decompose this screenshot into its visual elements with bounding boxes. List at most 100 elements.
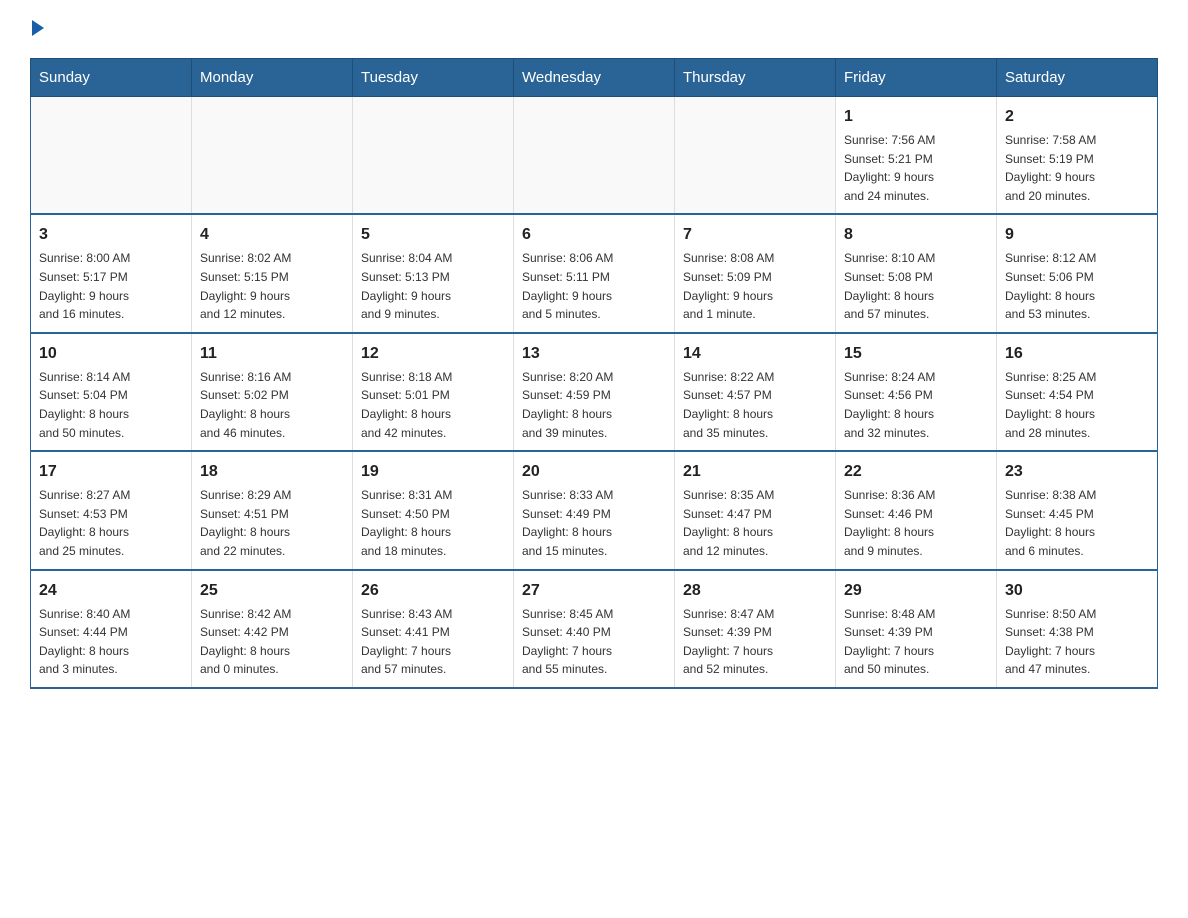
weekday-header-row: SundayMondayTuesdayWednesdayThursdayFrid…	[31, 59, 1158, 97]
day-info: Sunrise: 8:25 AM Sunset: 4:54 PM Dayligh…	[1005, 368, 1149, 442]
day-cell: 28Sunrise: 8:47 AM Sunset: 4:39 PM Dayli…	[675, 570, 836, 688]
day-number: 13	[522, 342, 666, 366]
day-info: Sunrise: 8:00 AM Sunset: 5:17 PM Dayligh…	[39, 249, 183, 323]
day-info: Sunrise: 8:43 AM Sunset: 4:41 PM Dayligh…	[361, 605, 505, 679]
day-number: 23	[1005, 460, 1149, 484]
day-number: 4	[200, 223, 344, 247]
day-number: 19	[361, 460, 505, 484]
day-number: 9	[1005, 223, 1149, 247]
day-number: 14	[683, 342, 827, 366]
day-cell: 20Sunrise: 8:33 AM Sunset: 4:49 PM Dayli…	[514, 451, 675, 569]
day-cell: 10Sunrise: 8:14 AM Sunset: 5:04 PM Dayli…	[31, 333, 192, 451]
day-number: 3	[39, 223, 183, 247]
day-cell: 26Sunrise: 8:43 AM Sunset: 4:41 PM Dayli…	[353, 570, 514, 688]
weekday-header-sunday: Sunday	[31, 59, 192, 97]
day-info: Sunrise: 8:14 AM Sunset: 5:04 PM Dayligh…	[39, 368, 183, 442]
day-info: Sunrise: 8:48 AM Sunset: 4:39 PM Dayligh…	[844, 605, 988, 679]
day-info: Sunrise: 8:20 AM Sunset: 4:59 PM Dayligh…	[522, 368, 666, 442]
weekday-header-monday: Monday	[192, 59, 353, 97]
day-number: 25	[200, 579, 344, 603]
day-cell: 25Sunrise: 8:42 AM Sunset: 4:42 PM Dayli…	[192, 570, 353, 688]
weekday-header-thursday: Thursday	[675, 59, 836, 97]
day-info: Sunrise: 8:22 AM Sunset: 4:57 PM Dayligh…	[683, 368, 827, 442]
day-info: Sunrise: 8:24 AM Sunset: 4:56 PM Dayligh…	[844, 368, 988, 442]
day-info: Sunrise: 8:27 AM Sunset: 4:53 PM Dayligh…	[39, 486, 183, 560]
day-number: 8	[844, 223, 988, 247]
week-row-5: 24Sunrise: 8:40 AM Sunset: 4:44 PM Dayli…	[31, 570, 1158, 688]
day-info: Sunrise: 8:29 AM Sunset: 4:51 PM Dayligh…	[200, 486, 344, 560]
day-number: 5	[361, 223, 505, 247]
day-cell: 5Sunrise: 8:04 AM Sunset: 5:13 PM Daylig…	[353, 214, 514, 332]
day-number: 11	[200, 342, 344, 366]
day-info: Sunrise: 8:33 AM Sunset: 4:49 PM Dayligh…	[522, 486, 666, 560]
day-cell: 1Sunrise: 7:56 AM Sunset: 5:21 PM Daylig…	[836, 97, 997, 215]
day-info: Sunrise: 8:40 AM Sunset: 4:44 PM Dayligh…	[39, 605, 183, 679]
day-cell: 21Sunrise: 8:35 AM Sunset: 4:47 PM Dayli…	[675, 451, 836, 569]
day-number: 7	[683, 223, 827, 247]
day-cell: 2Sunrise: 7:58 AM Sunset: 5:19 PM Daylig…	[997, 97, 1158, 215]
day-cell: 7Sunrise: 8:08 AM Sunset: 5:09 PM Daylig…	[675, 214, 836, 332]
day-cell: 19Sunrise: 8:31 AM Sunset: 4:50 PM Dayli…	[353, 451, 514, 569]
day-cell: 14Sunrise: 8:22 AM Sunset: 4:57 PM Dayli…	[675, 333, 836, 451]
day-cell: 22Sunrise: 8:36 AM Sunset: 4:46 PM Dayli…	[836, 451, 997, 569]
day-cell: 24Sunrise: 8:40 AM Sunset: 4:44 PM Dayli…	[31, 570, 192, 688]
day-cell	[31, 97, 192, 215]
day-info: Sunrise: 8:04 AM Sunset: 5:13 PM Dayligh…	[361, 249, 505, 323]
day-number: 18	[200, 460, 344, 484]
day-info: Sunrise: 8:45 AM Sunset: 4:40 PM Dayligh…	[522, 605, 666, 679]
day-cell: 11Sunrise: 8:16 AM Sunset: 5:02 PM Dayli…	[192, 333, 353, 451]
day-cell: 29Sunrise: 8:48 AM Sunset: 4:39 PM Dayli…	[836, 570, 997, 688]
day-number: 12	[361, 342, 505, 366]
day-cell	[514, 97, 675, 215]
day-info: Sunrise: 8:31 AM Sunset: 4:50 PM Dayligh…	[361, 486, 505, 560]
week-row-1: 1Sunrise: 7:56 AM Sunset: 5:21 PM Daylig…	[31, 97, 1158, 215]
day-info: Sunrise: 8:50 AM Sunset: 4:38 PM Dayligh…	[1005, 605, 1149, 679]
week-row-4: 17Sunrise: 8:27 AM Sunset: 4:53 PM Dayli…	[31, 451, 1158, 569]
day-number: 30	[1005, 579, 1149, 603]
day-cell: 8Sunrise: 8:10 AM Sunset: 5:08 PM Daylig…	[836, 214, 997, 332]
week-row-3: 10Sunrise: 8:14 AM Sunset: 5:04 PM Dayli…	[31, 333, 1158, 451]
day-cell: 12Sunrise: 8:18 AM Sunset: 5:01 PM Dayli…	[353, 333, 514, 451]
day-number: 10	[39, 342, 183, 366]
day-info: Sunrise: 8:02 AM Sunset: 5:15 PM Dayligh…	[200, 249, 344, 323]
day-info: Sunrise: 8:36 AM Sunset: 4:46 PM Dayligh…	[844, 486, 988, 560]
day-cell: 18Sunrise: 8:29 AM Sunset: 4:51 PM Dayli…	[192, 451, 353, 569]
day-number: 15	[844, 342, 988, 366]
logo-arrow-icon	[32, 20, 44, 36]
day-number: 20	[522, 460, 666, 484]
day-number: 29	[844, 579, 988, 603]
day-info: Sunrise: 7:56 AM Sunset: 5:21 PM Dayligh…	[844, 131, 988, 205]
day-info: Sunrise: 7:58 AM Sunset: 5:19 PM Dayligh…	[1005, 131, 1149, 205]
day-number: 17	[39, 460, 183, 484]
day-number: 16	[1005, 342, 1149, 366]
day-cell: 27Sunrise: 8:45 AM Sunset: 4:40 PM Dayli…	[514, 570, 675, 688]
day-info: Sunrise: 8:16 AM Sunset: 5:02 PM Dayligh…	[200, 368, 344, 442]
weekday-header-friday: Friday	[836, 59, 997, 97]
day-cell	[353, 97, 514, 215]
day-number: 28	[683, 579, 827, 603]
day-cell: 13Sunrise: 8:20 AM Sunset: 4:59 PM Dayli…	[514, 333, 675, 451]
day-cell: 6Sunrise: 8:06 AM Sunset: 5:11 PM Daylig…	[514, 214, 675, 332]
day-info: Sunrise: 8:06 AM Sunset: 5:11 PM Dayligh…	[522, 249, 666, 323]
day-cell	[192, 97, 353, 215]
day-number: 24	[39, 579, 183, 603]
weekday-header-tuesday: Tuesday	[353, 59, 514, 97]
calendar-table: SundayMondayTuesdayWednesdayThursdayFrid…	[30, 58, 1158, 689]
day-info: Sunrise: 8:10 AM Sunset: 5:08 PM Dayligh…	[844, 249, 988, 323]
day-cell: 30Sunrise: 8:50 AM Sunset: 4:38 PM Dayli…	[997, 570, 1158, 688]
day-info: Sunrise: 8:18 AM Sunset: 5:01 PM Dayligh…	[361, 368, 505, 442]
weekday-header-wednesday: Wednesday	[514, 59, 675, 97]
day-cell: 17Sunrise: 8:27 AM Sunset: 4:53 PM Dayli…	[31, 451, 192, 569]
weekday-header-saturday: Saturday	[997, 59, 1158, 97]
day-number: 1	[844, 105, 988, 129]
day-info: Sunrise: 8:42 AM Sunset: 4:42 PM Dayligh…	[200, 605, 344, 679]
logo	[30, 20, 44, 38]
day-number: 22	[844, 460, 988, 484]
day-info: Sunrise: 8:08 AM Sunset: 5:09 PM Dayligh…	[683, 249, 827, 323]
day-number: 26	[361, 579, 505, 603]
day-info: Sunrise: 8:38 AM Sunset: 4:45 PM Dayligh…	[1005, 486, 1149, 560]
day-cell: 16Sunrise: 8:25 AM Sunset: 4:54 PM Dayli…	[997, 333, 1158, 451]
week-row-2: 3Sunrise: 8:00 AM Sunset: 5:17 PM Daylig…	[31, 214, 1158, 332]
day-info: Sunrise: 8:35 AM Sunset: 4:47 PM Dayligh…	[683, 486, 827, 560]
day-cell	[675, 97, 836, 215]
